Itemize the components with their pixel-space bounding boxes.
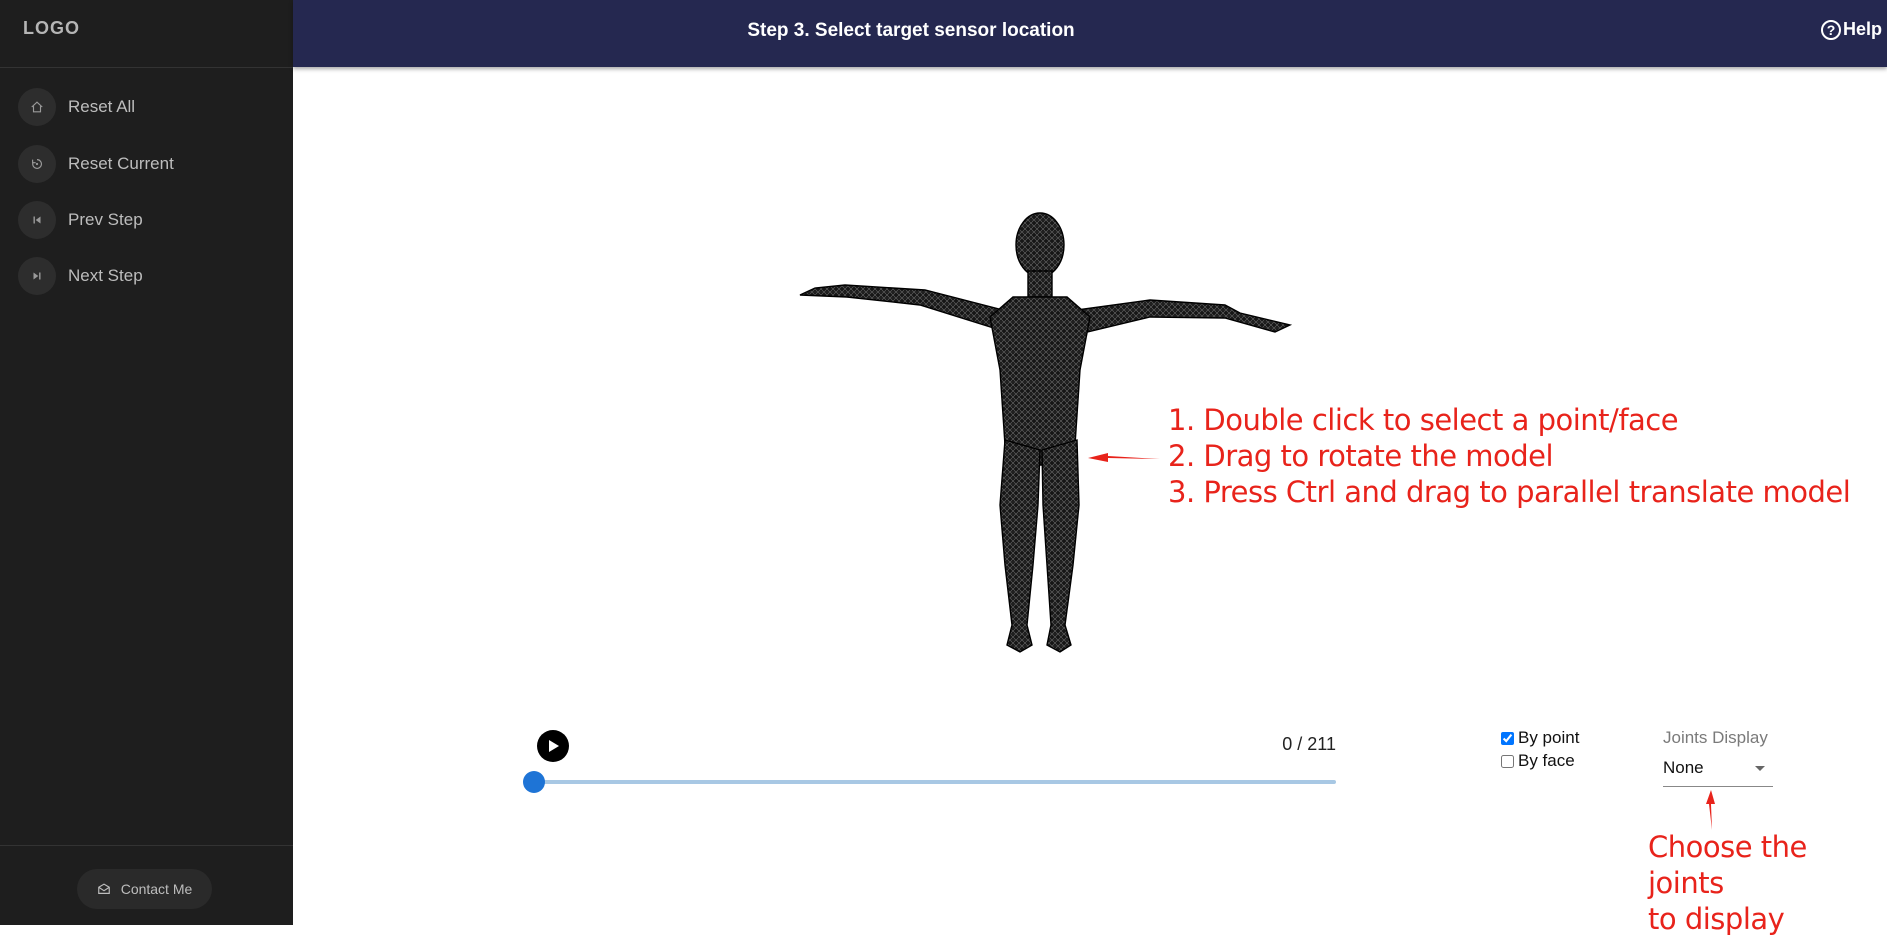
instruction-line: 3. Press Ctrl and drag to parallel trans… bbox=[1168, 475, 1851, 509]
joints-display-label: Joints Display bbox=[1663, 728, 1768, 747]
by-face-checkbox[interactable] bbox=[1501, 754, 1514, 768]
contact-me-button[interactable]: Contact Me bbox=[77, 869, 212, 909]
play-icon bbox=[549, 740, 559, 752]
mail-icon bbox=[97, 883, 110, 894]
joints-display-select[interactable]: None bbox=[1663, 756, 1773, 787]
sidebar-divider bbox=[0, 67, 293, 68]
reset-all-button[interactable]: Reset All bbox=[18, 87, 278, 127]
home-icon bbox=[18, 88, 56, 126]
instructions-annotation: 1. Double click to select a point/face 2… bbox=[1168, 402, 1851, 510]
prev-step-label: Prev Step bbox=[68, 210, 143, 229]
prev-step-button[interactable]: Prev Step bbox=[18, 200, 278, 240]
timeline-slider-track[interactable] bbox=[533, 780, 1336, 784]
by-point-checkbox[interactable] bbox=[1501, 731, 1514, 745]
instruction-line: 2. Drag to rotate the model bbox=[1168, 439, 1554, 473]
by-point-option[interactable]: By point bbox=[1501, 728, 1579, 748]
joints-annotation: Choose the joints to display bbox=[1648, 829, 1887, 937]
by-face-option[interactable]: By face bbox=[1501, 751, 1575, 771]
joints-note-line: Choose the joints bbox=[1648, 830, 1807, 900]
help-circle-icon: ? bbox=[1820, 19, 1841, 40]
joints-display-value: None bbox=[1663, 758, 1704, 777]
play-button[interactable] bbox=[537, 730, 569, 762]
help-label: Help bbox=[1842, 19, 1882, 39]
page-title: Step 3. Select target sensor location bbox=[747, 20, 1075, 41]
sidebar-divider-bottom bbox=[0, 845, 293, 846]
arrow-left-icon bbox=[1088, 453, 1160, 462]
by-point-label: By point bbox=[1518, 728, 1580, 747]
skip-previous-icon bbox=[18, 201, 56, 239]
header-bar: Step 3. Select target sensor location ? … bbox=[293, 0, 1887, 67]
skip-next-icon bbox=[18, 257, 56, 295]
frame-counter: 0 / 211 bbox=[1282, 734, 1336, 754]
reset-all-label: Reset All bbox=[68, 97, 136, 116]
sidebar: LOGO Reset All Reset Current Prev Step N… bbox=[0, 0, 293, 925]
instruction-line: 1. Double click to select a point/face bbox=[1168, 403, 1679, 437]
chevron-down-icon bbox=[1755, 766, 1765, 771]
reset-current-label: Reset Current bbox=[68, 154, 174, 173]
next-step-label: Next Step bbox=[68, 266, 143, 285]
by-face-label: By face bbox=[1518, 751, 1575, 770]
reset-current-button[interactable]: Reset Current bbox=[18, 144, 278, 184]
logo: LOGO bbox=[23, 18, 80, 38]
arrow-up-icon bbox=[1706, 790, 1715, 830]
help-button[interactable]: ? Help bbox=[1820, 19, 1882, 40]
joints-note-line: to display bbox=[1648, 902, 1785, 936]
reset-icon bbox=[18, 145, 56, 183]
contact-me-label: Contact Me bbox=[120, 881, 193, 897]
timeline-slider-thumb[interactable] bbox=[523, 771, 545, 793]
next-step-button[interactable]: Next Step bbox=[18, 256, 278, 296]
